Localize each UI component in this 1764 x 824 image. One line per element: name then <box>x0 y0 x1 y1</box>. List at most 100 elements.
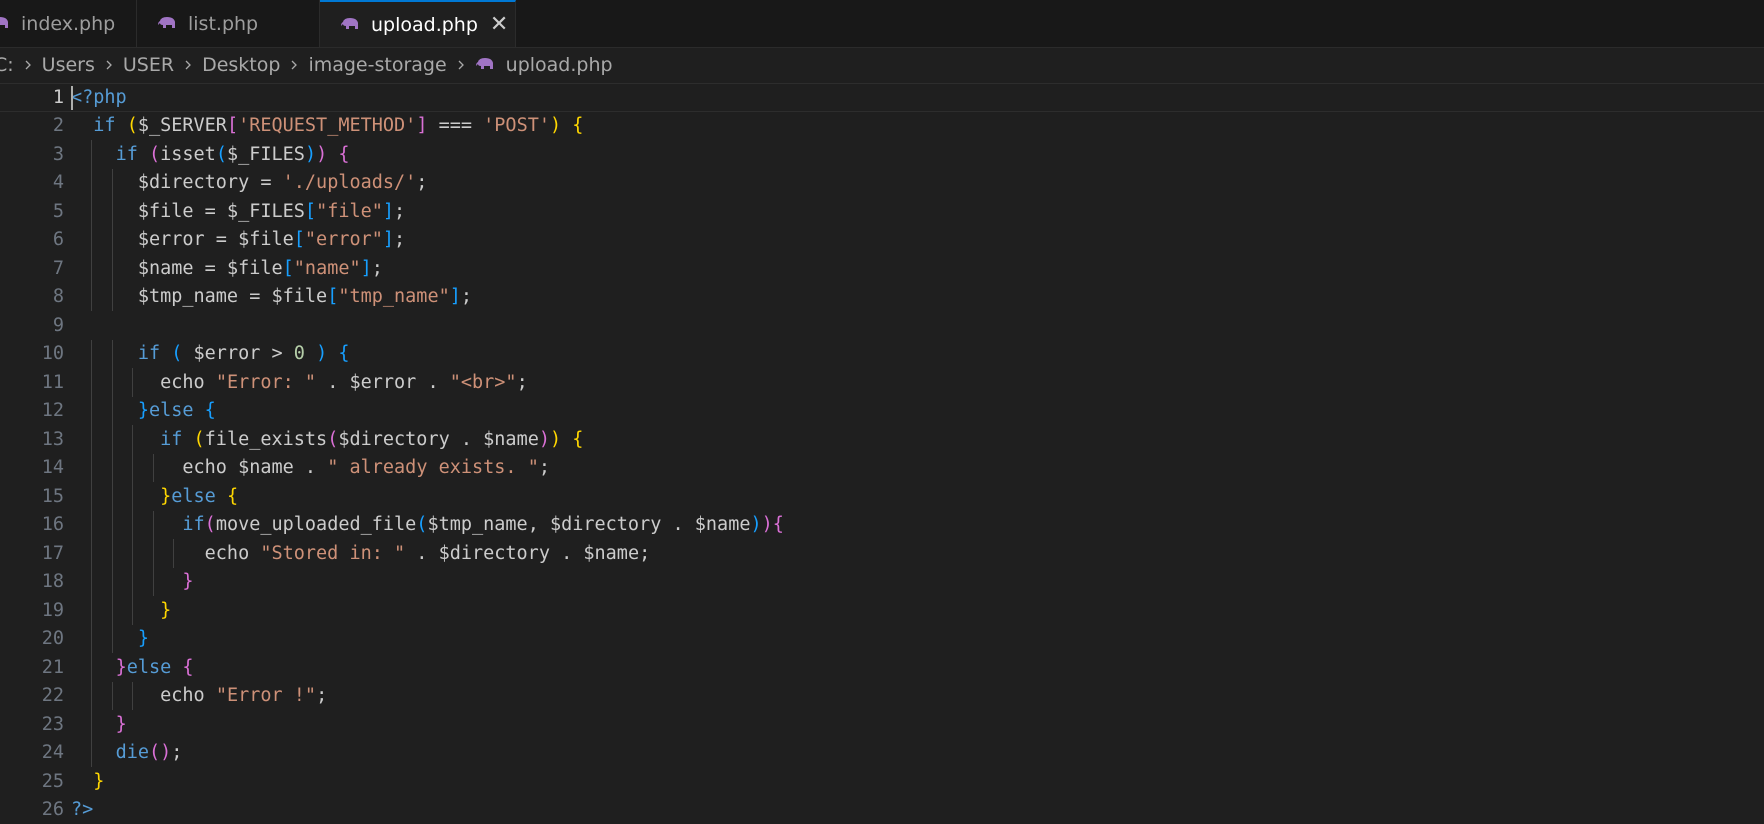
code-line[interactable]: 14 echo $name . " already exists. "; <box>0 454 1764 483</box>
line-number: 21 <box>0 657 64 678</box>
code-text: if (isset($_FILES)) { <box>71 144 350 165</box>
line-number: 17 <box>0 543 64 564</box>
chevron-right-icon <box>182 59 194 71</box>
code-line[interactable]: 11 echo "Error: " . $error . "<br>"; <box>0 368 1764 397</box>
code-text: if(move_uploaded_file($tmp_name, $direct… <box>71 514 784 535</box>
php-elephant-icon <box>157 15 179 33</box>
line-number: 20 <box>0 628 64 649</box>
text-cursor <box>71 86 73 110</box>
code-line[interactable]: 23 } <box>0 710 1764 739</box>
code-text: } <box>71 771 104 792</box>
line-number: 18 <box>0 571 64 592</box>
code-line[interactable]: 24 die(); <box>0 739 1764 768</box>
tab-list-php[interactable]: list.php <box>137 0 320 47</box>
chevron-right-icon <box>103 59 115 71</box>
code-line[interactable]: 26 ?> <box>0 796 1764 824</box>
code-text: }else { <box>71 400 216 421</box>
line-number: 1 <box>0 87 64 108</box>
code-text: $tmp_name = $file["tmp_name"]; <box>71 286 472 307</box>
tab-label: upload.php <box>371 14 478 36</box>
code-line[interactable]: 2 if ($_SERVER['REQUEST_METHOD'] === 'PO… <box>0 112 1764 141</box>
code-text: die(); <box>71 742 182 763</box>
line-number: 12 <box>0 400 64 421</box>
code-line[interactable]: 21 }else { <box>0 653 1764 682</box>
code-text: ?> <box>71 799 93 820</box>
line-number: 5 <box>0 201 64 222</box>
code-text: echo "Error: " . $error . "<br>"; <box>71 372 528 393</box>
breadcrumb-item-file[interactable]: upload.php <box>475 54 613 76</box>
tab-label: index.php <box>21 13 115 35</box>
code-line[interactable]: 4 $directory = './uploads/'; <box>0 169 1764 198</box>
code-text: } <box>71 714 127 735</box>
line-number: 19 <box>0 600 64 621</box>
code-line[interactable]: 13 if (file_exists($directory . $name)) … <box>0 425 1764 454</box>
code-text: }else { <box>71 486 238 507</box>
code-text: $name = $file["name"]; <box>71 258 383 279</box>
code-editor[interactable]: 1 <?php 2 if ($_SERVER['REQUEST_METHOD'] =… <box>0 83 1764 821</box>
breadcrumb-item-desktop[interactable]: Desktop <box>202 54 280 76</box>
line-number: 14 <box>0 457 64 478</box>
line-number: 9 <box>0 315 64 336</box>
breadcrumb-item-user[interactable]: USER <box>123 54 174 76</box>
php-elephant-icon <box>340 16 362 34</box>
code-line[interactable]: 12 }else { <box>0 397 1764 426</box>
code-line[interactable]: 22 echo "Error !"; <box>0 682 1764 711</box>
line-number: 3 <box>0 144 64 165</box>
line-number: 11 <box>0 372 64 393</box>
code-text: } <box>71 571 194 592</box>
code-line[interactable]: 18 } <box>0 568 1764 597</box>
code-line[interactable]: 3 if (isset($_FILES)) { <box>0 140 1764 169</box>
code-line[interactable]: 16 if(move_uploaded_file($tmp_name, $dir… <box>0 511 1764 540</box>
line-number: 15 <box>0 486 64 507</box>
chevron-right-icon <box>455 59 467 71</box>
line-number: 24 <box>0 742 64 763</box>
code-text: echo "Error !"; <box>71 685 327 706</box>
code-line[interactable]: 10 if ( $error > 0 ) { <box>0 340 1764 369</box>
code-line[interactable]: 9 <box>0 311 1764 340</box>
code-text: } <box>71 600 171 621</box>
line-number: 22 <box>0 685 64 706</box>
code-line[interactable]: 20 } <box>0 625 1764 654</box>
line-number: 25 <box>0 771 64 792</box>
code-line[interactable]: 7 $name = $file["name"]; <box>0 254 1764 283</box>
code-text: $file = $_FILES["file"]; <box>71 201 405 222</box>
code-text: echo $name . " already exists. "; <box>71 457 550 478</box>
breadcrumb-file-label: upload.php <box>506 54 613 76</box>
tab-label: list.php <box>188 13 258 35</box>
close-icon[interactable]: ✕ <box>490 14 508 36</box>
code-text: if (file_exists($directory . $name)) { <box>71 429 583 450</box>
line-number: 8 <box>0 286 64 307</box>
line-number: 10 <box>0 343 64 364</box>
code-text: $directory = './uploads/'; <box>71 172 427 193</box>
editor-tab-bar: index.php list.php upload.php ✕ <box>0 0 1764 48</box>
line-number: 26 <box>0 799 64 820</box>
line-number: 6 <box>0 229 64 250</box>
php-elephant-icon <box>475 56 497 74</box>
code-line[interactable]: 5 $file = $_FILES["file"]; <box>0 197 1764 226</box>
code-line[interactable]: 1 <?php <box>0 83 1764 112</box>
code-line[interactable]: 17 echo "Stored in: " . $directory . $na… <box>0 539 1764 568</box>
code-text: } <box>71 628 149 649</box>
breadcrumb-item-drive[interactable]: C: <box>0 54 14 76</box>
breadcrumb: C: Users USER Desktop image-storage uplo… <box>0 48 613 82</box>
code-line[interactable]: 15 }else { <box>0 482 1764 511</box>
breadcrumb-item-users[interactable]: Users <box>42 54 95 76</box>
tab-upload-php[interactable]: upload.php ✕ <box>320 0 516 47</box>
php-elephant-icon <box>0 15 12 33</box>
code-text: if ($_SERVER['REQUEST_METHOD'] === 'POST… <box>71 115 583 136</box>
line-number: 13 <box>0 429 64 450</box>
line-number: 4 <box>0 172 64 193</box>
code-line[interactable]: 25 } <box>0 767 1764 796</box>
code-line[interactable]: 19 } <box>0 596 1764 625</box>
line-number: 16 <box>0 514 64 535</box>
code-line[interactable]: 6 $error = $file["error"]; <box>0 226 1764 255</box>
code-text: $error = $file["error"]; <box>71 229 405 250</box>
code-text: }else { <box>71 657 194 678</box>
tab-index-php[interactable]: index.php <box>0 0 137 47</box>
breadcrumb-item-folder[interactable]: image-storage <box>308 54 446 76</box>
line-number: 23 <box>0 714 64 735</box>
chevron-right-icon <box>22 59 34 71</box>
chevron-right-icon <box>288 59 300 71</box>
code-text: <?php <box>71 87 127 108</box>
code-line[interactable]: 8 $tmp_name = $file["tmp_name"]; <box>0 283 1764 312</box>
